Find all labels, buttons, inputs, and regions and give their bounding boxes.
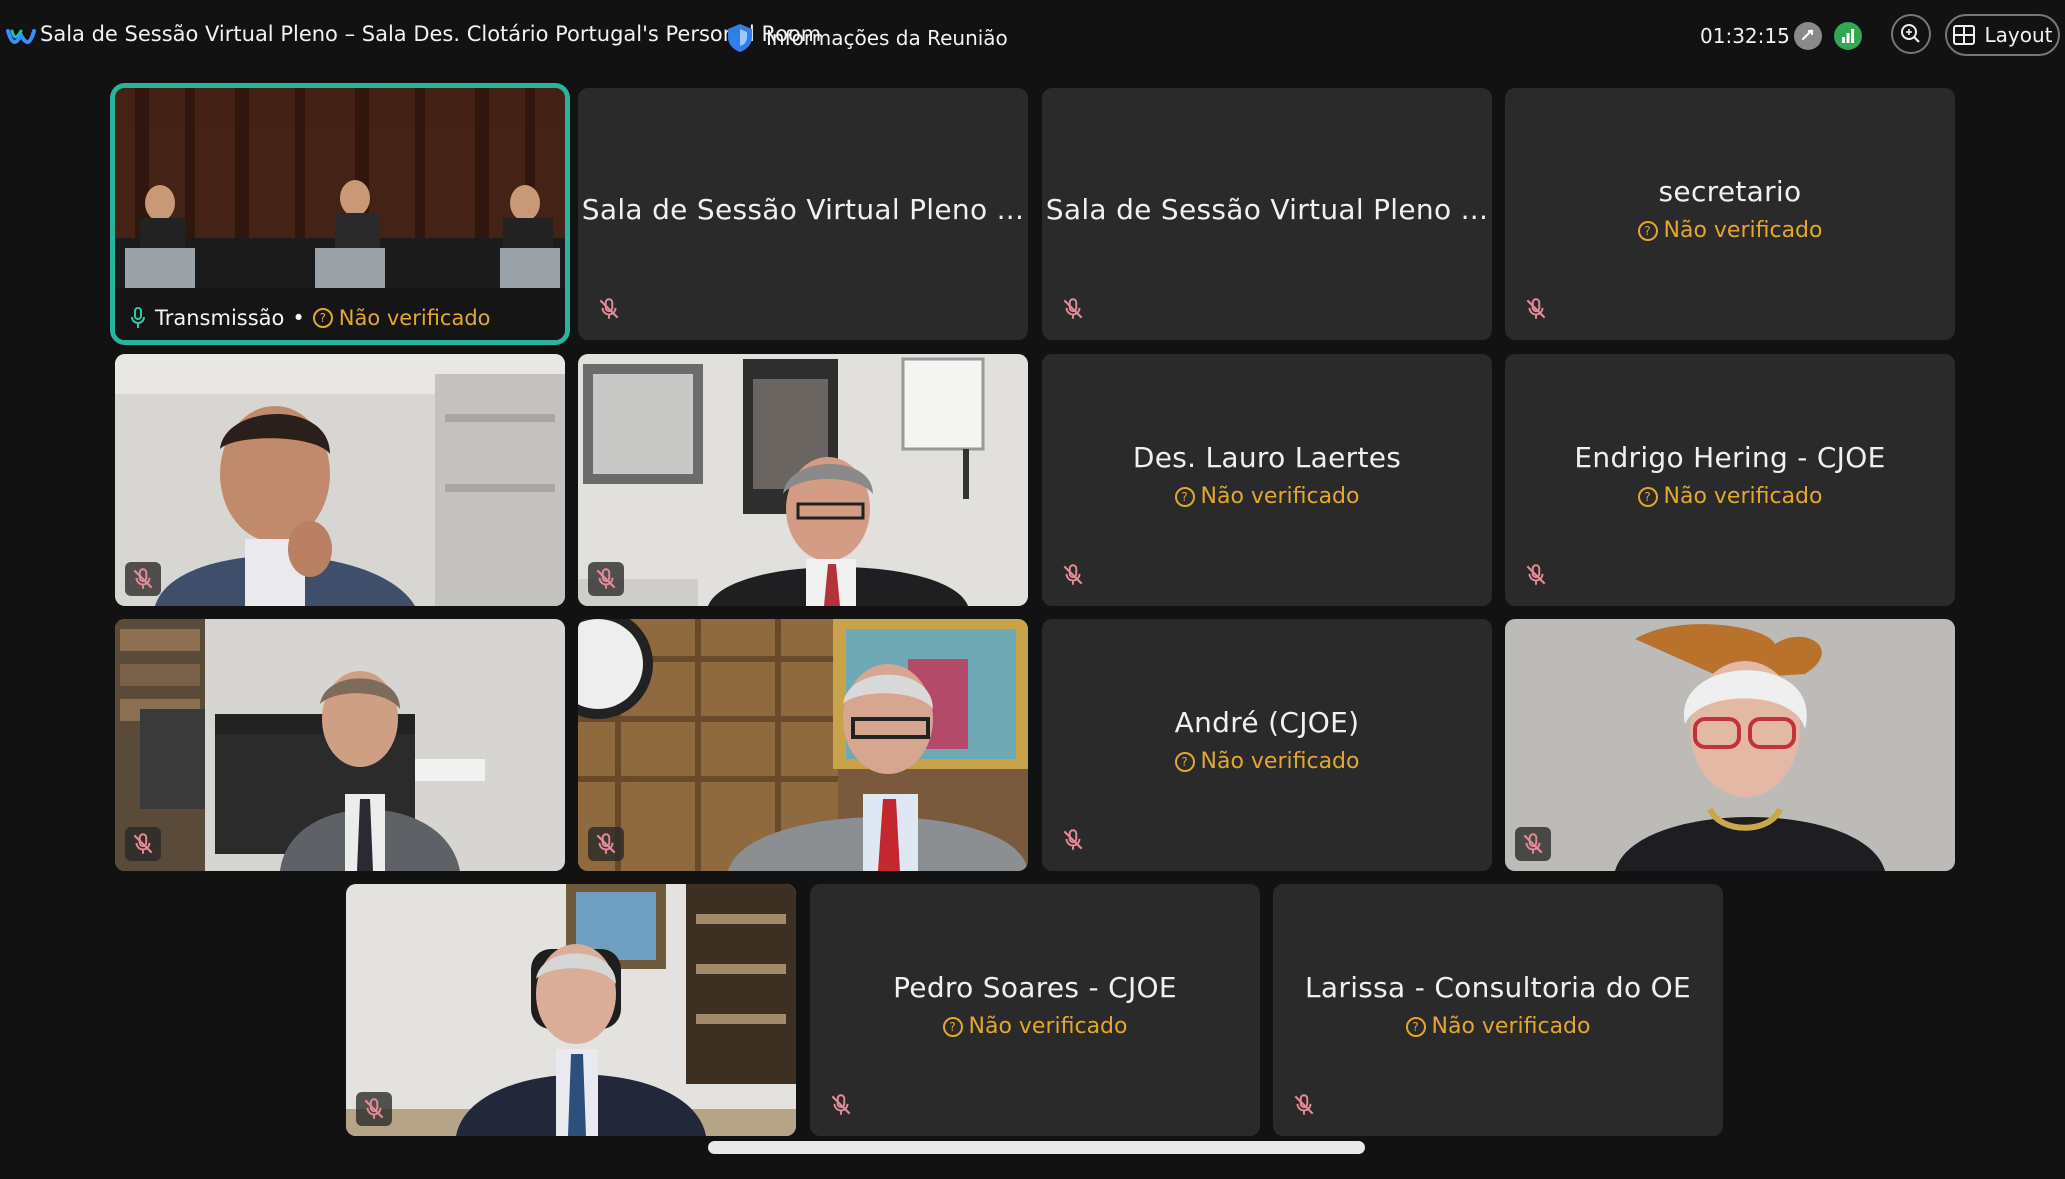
participant-name: Sala de Sessão Virtual Pleno ... <box>581 192 1025 226</box>
participant-name: Transmissão <box>155 306 285 330</box>
video-feed <box>115 88 565 340</box>
layout-grid-icon <box>1952 25 1975 45</box>
mic-muted-icon <box>1291 1092 1317 1118</box>
verification-status: ? Não verificado <box>1174 749 1359 774</box>
tile-caption: Transmissão • ? Não verificado <box>129 306 491 330</box>
video-feed <box>1505 619 1955 871</box>
meeting-timer: 01:32:15 <box>1700 24 1790 48</box>
mic-muted-icon <box>1523 562 1549 588</box>
participant-name: Sala de Sessão Virtual Pleno ... <box>1045 192 1489 226</box>
video-tile[interactable] <box>1505 619 1955 871</box>
mic-indicator <box>356 1092 392 1126</box>
verification-status: ? Não verificado <box>1174 484 1359 509</box>
zoom-icon <box>1901 24 1920 43</box>
participant-tile[interactable]: Pedro Soares - CJOE ? Não verificado <box>810 884 1260 1136</box>
signal-icon[interactable] <box>1834 22 1862 50</box>
participant-tile[interactable]: André (CJOE) ? Não verificado <box>1042 619 1492 871</box>
participant-name: Des. Lauro Laertes <box>1132 441 1402 474</box>
mic-muted-icon <box>130 566 156 592</box>
question-icon: ? <box>1637 486 1658 507</box>
video-tile[interactable] <box>346 884 796 1136</box>
video-feed <box>578 619 1028 871</box>
verification-status: ? Não verificado <box>312 306 491 330</box>
participant-name: secretario <box>1658 175 1802 208</box>
meeting-info-label: Informações da Reunião <box>766 26 1008 50</box>
question-icon: ? <box>312 308 333 328</box>
separator-dot: • <box>292 306 305 330</box>
verification-status: ? Não verificado <box>1405 1014 1590 1039</box>
participant-tile[interactable]: Des. Lauro Laertes ? Não verificado <box>1042 354 1492 606</box>
participant-name: Larissa - Consultoria do OE <box>1305 971 1691 1004</box>
shield-icon <box>728 24 752 52</box>
mic-indicator <box>588 562 624 596</box>
mic-muted-icon <box>1060 562 1086 588</box>
video-tile[interactable] <box>115 619 565 871</box>
mic-muted-icon <box>1060 827 1086 853</box>
mic-muted-icon <box>1520 831 1546 857</box>
participant-tile[interactable]: Larissa - Consultoria do OE ? Não verifi… <box>1273 884 1723 1136</box>
video-feed <box>115 354 565 606</box>
video-tile-transmissao[interactable]: Transmissão • ? Não verificado <box>110 83 570 345</box>
mic-muted-icon <box>596 296 622 322</box>
question-icon: ? <box>942 1016 963 1037</box>
mic-indicator <box>588 827 624 861</box>
video-feed <box>578 354 1028 606</box>
mic-muted-icon <box>361 1096 387 1122</box>
layout-button[interactable]: Layout <box>1945 14 2060 56</box>
question-icon: ? <box>1637 220 1658 241</box>
mic-muted-icon <box>828 1092 854 1118</box>
meeting-title: Sala de Sessão Virtual Pleno – Sala Des.… <box>40 22 822 46</box>
participant-name: Endrigo Hering - CJOE <box>1574 441 1886 474</box>
video-feed <box>115 619 565 871</box>
mic-muted-icon <box>1060 296 1086 322</box>
mic-muted-icon <box>593 566 619 592</box>
participant-tile[interactable]: Sala de Sessão Virtual Pleno ... <box>1042 88 1492 340</box>
mic-indicator <box>125 827 161 861</box>
video-tile[interactable] <box>578 354 1028 606</box>
meeting-info-button[interactable]: Informações da Reunião <box>726 16 1008 60</box>
question-icon: ? <box>1174 486 1195 507</box>
verification-status: ? Não verificado <box>1637 484 1822 509</box>
top-bar: Sala de Sessão Virtual Pleno – Sala Des.… <box>0 0 2065 78</box>
question-icon: ? <box>1405 1016 1426 1037</box>
mic-muted-icon <box>1523 296 1549 322</box>
verification-status: ? Não verificado <box>942 1014 1127 1039</box>
webex-logo <box>6 29 36 44</box>
participant-tile[interactable]: Endrigo Hering - CJOE ? Não verificado <box>1505 354 1955 606</box>
mic-indicator <box>1515 827 1551 861</box>
zoom-button[interactable] <box>1891 14 1931 54</box>
mic-indicator <box>125 562 161 596</box>
mic-muted-icon <box>593 831 619 857</box>
participant-tile[interactable]: secretario ? Não verificado <box>1505 88 1955 340</box>
video-tile[interactable] <box>115 354 565 606</box>
lock-icon[interactable] <box>1794 22 1822 50</box>
microphone-icon <box>131 307 145 328</box>
verification-status: ? Não verificado <box>1637 218 1822 243</box>
layout-label: Layout <box>1984 23 2053 47</box>
mic-muted-icon <box>130 831 156 857</box>
question-icon: ? <box>1174 751 1195 772</box>
video-feed <box>346 884 796 1136</box>
participant-tile[interactable]: Sala de Sessão Virtual Pleno ... <box>578 88 1028 340</box>
home-indicator[interactable] <box>708 1141 1365 1154</box>
participant-name: Pedro Soares - CJOE <box>893 971 1177 1004</box>
participant-name: André (CJOE) <box>1174 706 1360 739</box>
video-tile[interactable] <box>578 619 1028 871</box>
